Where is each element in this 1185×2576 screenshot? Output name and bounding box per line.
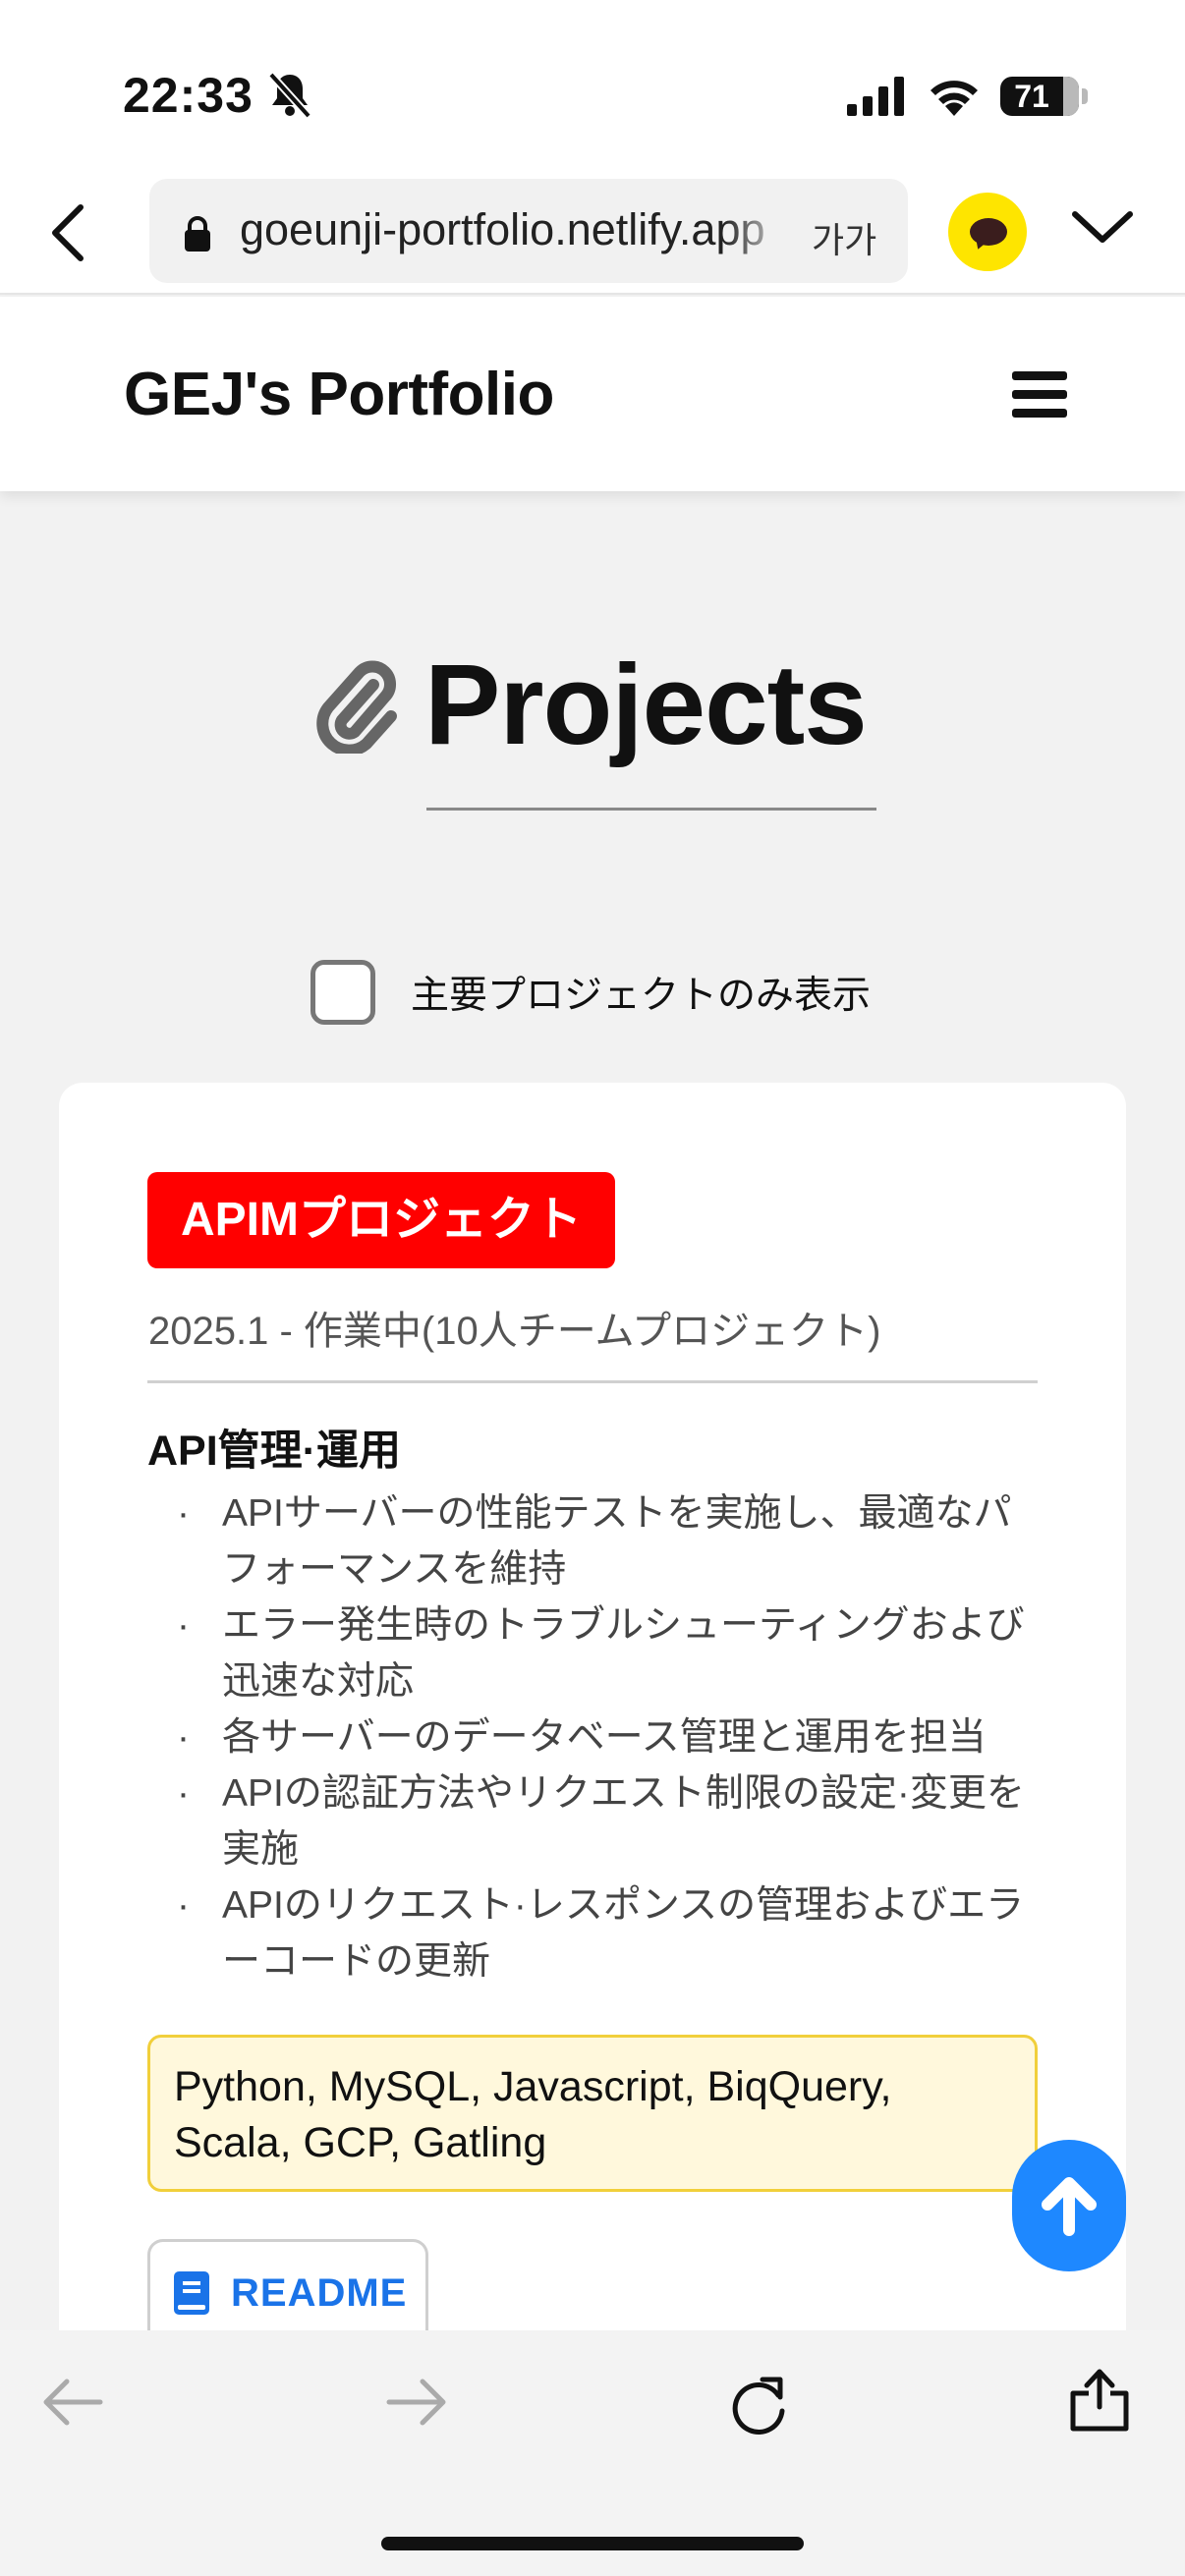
hamburger-icon[interactable] bbox=[1012, 371, 1067, 419]
site-brand[interactable]: GEJ's Portfolio bbox=[124, 360, 554, 429]
url-text[interactable]: goeunji-portfolio.netlify.app bbox=[240, 204, 790, 255]
back-chevron-icon[interactable] bbox=[49, 203, 88, 262]
home-indicator bbox=[381, 2537, 804, 2550]
status-bar: 22:33 71 bbox=[0, 0, 1185, 177]
project-subheading: API管理·運用 bbox=[147, 1428, 401, 1475]
share-icon[interactable] bbox=[1069, 2368, 1130, 2433]
forward-arrow-icon[interactable] bbox=[385, 2378, 448, 2427]
scroll-to-top-button[interactable] bbox=[1012, 2140, 1126, 2271]
lock-icon bbox=[185, 216, 210, 252]
paperclip-icon bbox=[316, 660, 397, 754]
status-time: 22:33 bbox=[123, 68, 254, 123]
reload-icon[interactable] bbox=[727, 2372, 790, 2436]
back-arrow-icon[interactable] bbox=[41, 2378, 104, 2427]
readme-label[interactable]: README bbox=[231, 2271, 407, 2316]
card-divider bbox=[147, 1380, 1038, 1383]
project-badge: APIMプロジェクト bbox=[147, 1172, 616, 1268]
chevron-down-icon[interactable] bbox=[1071, 208, 1134, 248]
text-size-button[interactable]: 가가 bbox=[812, 212, 876, 263]
tech-stack: Python, MySQL, Javascript, BiqQuery, Sca… bbox=[147, 2035, 1038, 2192]
list-item: APIの認証方法やリクエスト制限の設定·変更を実施 bbox=[177, 1765, 1042, 1877]
main-projects-filter[interactable]: 主要プロジェクトのみ表示 bbox=[310, 960, 871, 1025]
filter-checkbox[interactable] bbox=[310, 960, 375, 1025]
list-item: APIのリクエスト·レスポンスの管理およびエラーコードの更新 bbox=[177, 1877, 1042, 1989]
page-title: Projects bbox=[424, 641, 868, 768]
title-underline bbox=[426, 808, 876, 811]
kakaotalk-icon[interactable] bbox=[948, 193, 1027, 271]
arrow-up-icon bbox=[1042, 2177, 1097, 2236]
project-bullets: APIサーバーの性能テストを実施し、最適なパフォーマンスを維持 エラー発生時のト… bbox=[177, 1485, 1042, 1989]
section-title: Projects bbox=[312, 639, 868, 770]
list-item: APIサーバーの性能テストを実施し、最適なパフォーマンスを維持 bbox=[177, 1485, 1042, 1597]
book-icon bbox=[174, 2271, 209, 2315]
bell-slash-icon bbox=[268, 72, 311, 119]
list-item: エラー発生時のトラブルシューティングおよび迅速な対応 bbox=[177, 1597, 1042, 1709]
list-item: 各サーバーのデータベース管理と運用を担当 bbox=[177, 1709, 1042, 1765]
project-period: 2025.1 - 作業中(10人チームプロジェクト) bbox=[148, 1310, 881, 1353]
battery-icon: 71 bbox=[1000, 77, 1079, 116]
battery-tip bbox=[1082, 88, 1088, 104]
signal-icon bbox=[847, 77, 904, 116]
wifi-icon bbox=[931, 81, 978, 116]
filter-label[interactable]: 主要プロジェクトのみ表示 bbox=[411, 965, 871, 1020]
battery-level: 71 bbox=[1014, 79, 1049, 114]
